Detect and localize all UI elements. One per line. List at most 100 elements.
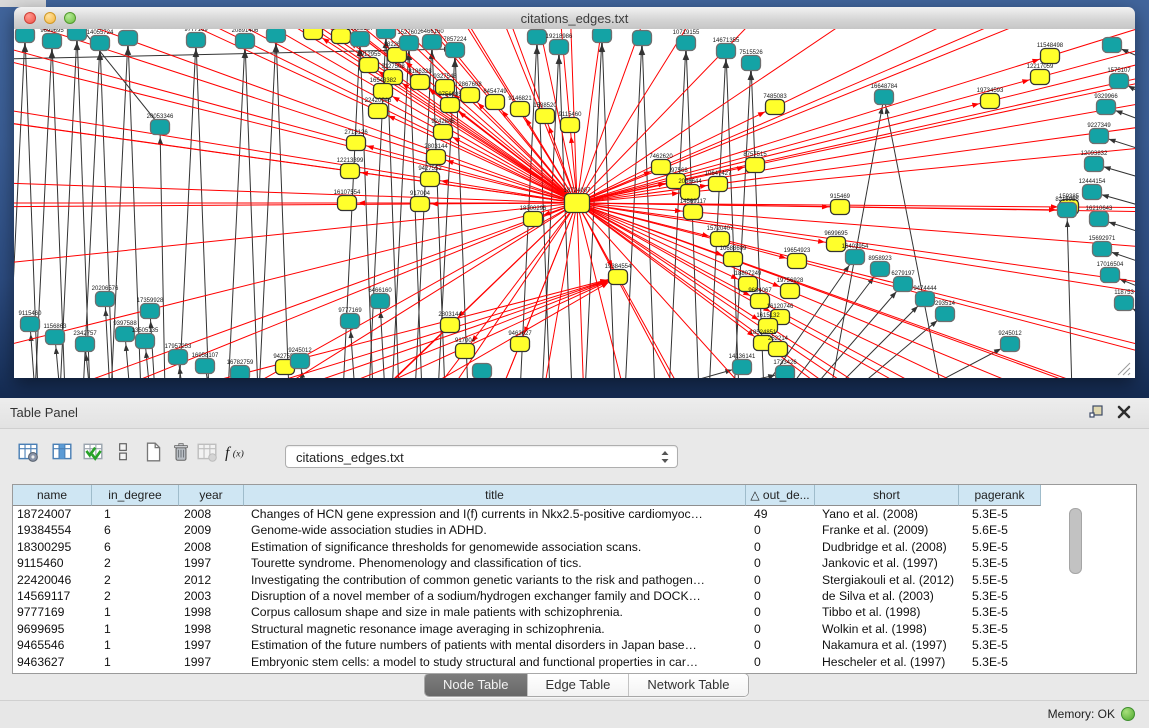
graph-node[interactable] (267, 29, 286, 43)
graph-node[interactable] (291, 354, 310, 369)
memory-status-indicator[interactable] (1121, 707, 1135, 721)
close-traffic-light-icon[interactable] (24, 12, 36, 24)
tab-edge-table[interactable]: Edge Table (528, 674, 630, 696)
graph-node[interactable] (16, 29, 35, 43)
table-selector-dropdown[interactable]: citations_edges.txt (285, 445, 678, 468)
graph-node[interactable] (609, 270, 628, 285)
table-options-icon[interactable] (14, 438, 42, 468)
graph-node[interactable] (91, 36, 110, 51)
graph-node[interactable] (119, 31, 138, 46)
graph-node[interactable] (377, 29, 396, 39)
graph-node[interactable] (916, 292, 935, 307)
tab-network-table[interactable]: Network Table (629, 674, 747, 696)
graph-node[interactable] (1031, 70, 1050, 85)
graph-node[interactable] (733, 360, 752, 375)
graph-node[interactable] (1085, 157, 1104, 172)
graph-node[interactable] (936, 307, 955, 322)
tab-node-table[interactable]: Node Table (425, 674, 528, 696)
graph-node[interactable] (528, 30, 547, 45)
graph-node[interactable] (136, 334, 155, 349)
table-row[interactable]: 1938455462009Genome-wide association stu… (13, 522, 1136, 538)
graph-node[interactable] (1097, 100, 1116, 115)
delete-table-icon[interactable] (167, 438, 195, 468)
graph-node[interactable] (196, 359, 215, 374)
graph-node[interactable] (1093, 242, 1112, 257)
graph-node[interactable] (593, 29, 612, 43)
table-row[interactable]: 946554611997Estimation of the future num… (13, 637, 1136, 653)
graph-node[interactable] (875, 90, 894, 105)
table-scrollbar-thumb[interactable] (1069, 508, 1082, 574)
graph-node[interactable] (347, 136, 366, 151)
graph-node[interactable] (338, 196, 357, 211)
column-header-pagerank[interactable]: pagerank (959, 485, 1041, 506)
graph-node[interactable] (894, 277, 913, 292)
table-scrollbar[interactable] (1069, 507, 1082, 667)
graph-node[interactable] (1115, 296, 1134, 311)
close-panel-icon[interactable] (1115, 403, 1133, 421)
graph-node[interactable] (461, 88, 480, 103)
graph-node[interactable] (831, 200, 850, 215)
graph-node[interactable] (1090, 129, 1109, 144)
graph-node[interactable] (434, 125, 453, 140)
table-row[interactable]: 1872400712008Changes of HCN gene express… (13, 506, 1136, 522)
import-table-icon[interactable] (79, 438, 107, 468)
graph-node[interactable] (652, 160, 671, 175)
graph-node[interactable] (236, 34, 255, 49)
graph-node[interactable] (441, 98, 460, 113)
rows-icon[interactable] (109, 438, 137, 468)
new-table-icon[interactable] (139, 438, 167, 468)
graph-node[interactable] (766, 100, 785, 115)
graph-node[interactable] (441, 318, 460, 333)
network-graph[interactable]: 1872400776638229860123891295518226058912… (14, 29, 1135, 378)
graph-node[interactable] (304, 29, 323, 40)
column-header-short[interactable]: short (815, 485, 959, 506)
graph-node[interactable] (1058, 203, 1077, 218)
graph-node[interactable] (681, 185, 700, 200)
table-row[interactable]: 911546021997Tourette syndrome. Phenomeno… (13, 555, 1136, 571)
graph-node[interactable] (427, 150, 446, 165)
graph-node[interactable] (423, 35, 442, 50)
graph-node[interactable] (96, 292, 115, 307)
graph-node[interactable] (43, 34, 62, 49)
graph-node[interactable] (565, 194, 590, 213)
graph-node[interactable] (341, 164, 360, 179)
graph-node[interactable] (446, 43, 465, 58)
graph-node[interactable] (724, 252, 743, 267)
column-header-title[interactable]: title (244, 485, 746, 506)
graph-node[interactable] (400, 36, 419, 51)
table-row[interactable]: 946362711997Embryonic stem cells: a mode… (13, 654, 1136, 670)
network-canvas[interactable]: 1872400776638229860123891295518226058912… (14, 29, 1135, 378)
resize-grip-icon[interactable] (1118, 363, 1130, 375)
graph-node[interactable] (1090, 212, 1109, 227)
graph-node[interactable] (677, 36, 696, 51)
function-builder-icon[interactable]: f(x) (221, 438, 249, 468)
graph-node[interactable] (1083, 185, 1102, 200)
graph-node[interactable] (421, 172, 440, 187)
graph-node[interactable] (1041, 49, 1060, 64)
graph-node[interactable] (1101, 268, 1120, 283)
graph-node[interactable] (371, 294, 390, 309)
zoom-traffic-light-icon[interactable] (64, 12, 76, 24)
graph-node[interactable] (742, 56, 761, 71)
table-row[interactable]: 977716911998Corpus callosum shape and si… (13, 604, 1136, 620)
graph-node[interactable] (369, 104, 388, 119)
graph-node[interactable] (717, 44, 736, 59)
graph-node[interactable] (746, 158, 765, 173)
graph-node[interactable] (871, 262, 890, 277)
graph-node[interactable] (1103, 38, 1122, 53)
graph-node[interactable] (411, 75, 430, 90)
graph-node[interactable] (711, 232, 730, 247)
graph-node[interactable] (456, 344, 475, 359)
show-columns-icon[interactable] (48, 438, 76, 468)
graph-node[interactable] (360, 58, 379, 73)
graph-node[interactable] (511, 102, 530, 117)
graph-node[interactable] (46, 330, 65, 345)
graph-node[interactable] (21, 317, 40, 332)
graph-node[interactable] (411, 197, 430, 212)
table-row[interactable]: 1456911722003Disruption of a novel membe… (13, 588, 1136, 604)
graph-node[interactable] (769, 342, 788, 357)
float-panel-icon[interactable] (1087, 403, 1105, 421)
graph-node[interactable] (231, 366, 250, 379)
column-header-in_degree[interactable]: in_degree (92, 485, 179, 506)
graph-node[interactable] (781, 284, 800, 299)
